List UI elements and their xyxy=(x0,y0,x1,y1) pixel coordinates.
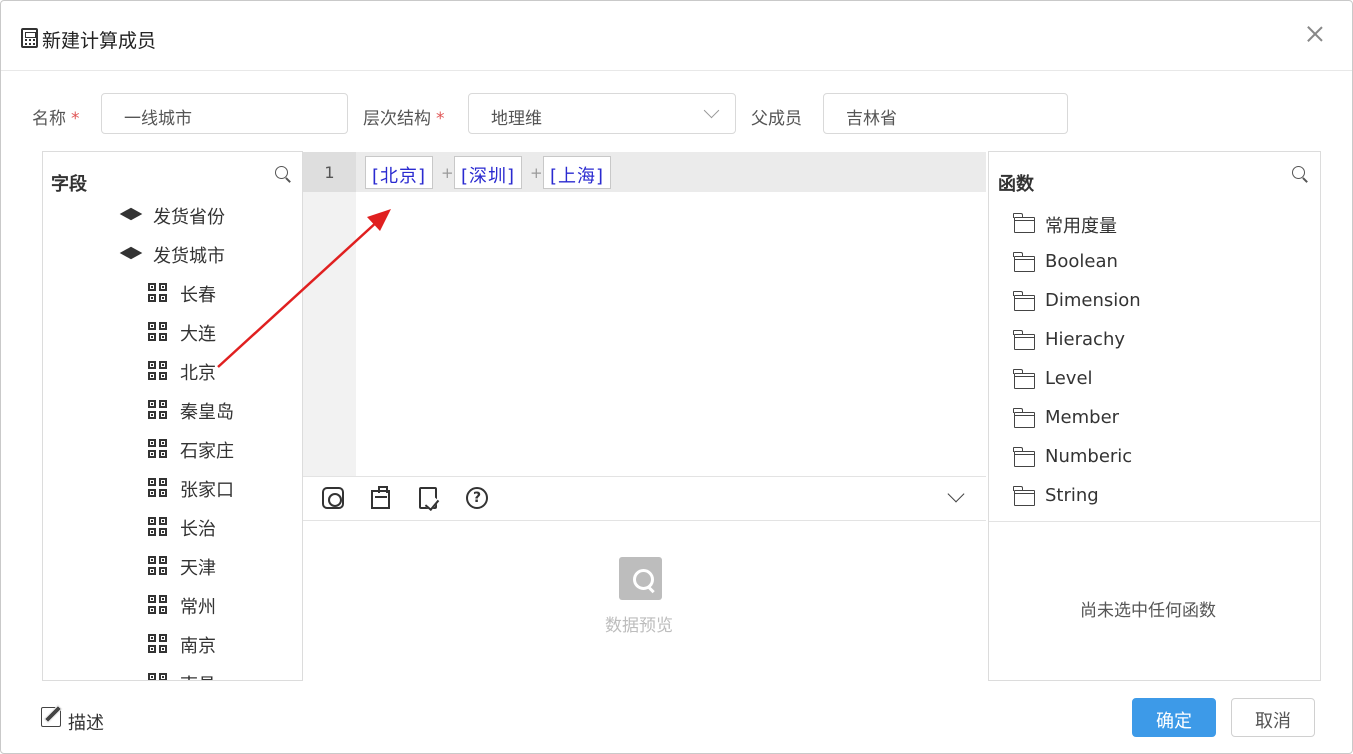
name-input[interactable]: 一线城市 xyxy=(101,93,348,134)
plus-operator: + xyxy=(441,164,454,182)
tree-member-label: 常州 xyxy=(180,597,216,618)
qrcode-icon xyxy=(148,439,167,458)
function-category-label: String xyxy=(1045,485,1099,506)
layers-icon xyxy=(119,204,143,222)
tree-member-label: 长春 xyxy=(180,285,216,306)
folder-icon xyxy=(1013,213,1035,233)
line-number: 1 xyxy=(303,152,356,192)
qrcode-icon xyxy=(148,322,167,341)
chevron-down-icon xyxy=(703,102,720,119)
tree-level-label: 发货城市 xyxy=(153,246,225,267)
hierarchy-select-value: 地理维 xyxy=(491,109,542,129)
parent-member-input[interactable]: 吉林省 xyxy=(823,93,1068,134)
help-icon[interactable]: ? xyxy=(466,487,488,509)
search-icon[interactable] xyxy=(1292,166,1308,182)
expression-token[interactable]: [上海] xyxy=(543,156,612,189)
fields-panel: 字段 发货省份 发货城市 长春大连北京秦皇岛石家庄张家口长治天津常州南京南昌 xyxy=(42,151,303,681)
close-icon[interactable] xyxy=(1305,24,1325,44)
required-mark: * xyxy=(71,109,80,129)
functions-panel-title: 函数 xyxy=(998,174,1034,195)
folder-icon xyxy=(1013,447,1035,467)
tree-member-label: 石家庄 xyxy=(180,441,234,462)
check-syntax-icon[interactable] xyxy=(419,487,437,509)
cancel-button[interactable]: 取消 xyxy=(1231,698,1315,737)
parent-member-label: 父成员 xyxy=(751,109,802,129)
edit-icon[interactable] xyxy=(41,707,61,727)
qrcode-icon xyxy=(148,517,167,536)
function-category-label: 常用度量 xyxy=(1045,216,1117,237)
dialog-title: 新建计算成员 xyxy=(42,30,157,52)
qrcode-icon xyxy=(148,673,167,680)
function-category-label: Hierachy xyxy=(1045,329,1125,350)
fields-panel-title: 字段 xyxy=(51,174,87,195)
function-category-label: Boolean xyxy=(1045,251,1118,272)
preview-data-icon[interactable] xyxy=(322,487,344,509)
tree-member-label: 长治 xyxy=(180,519,216,540)
hierarchy-select[interactable]: 地理维 xyxy=(468,93,736,134)
clipboard-icon[interactable] xyxy=(371,486,390,509)
expression-token[interactable]: [深圳] xyxy=(454,156,523,189)
folder-icon xyxy=(1013,330,1035,350)
tree-member-label: 大连 xyxy=(180,324,216,345)
qrcode-icon xyxy=(148,478,167,497)
tree-member-label: 南昌 xyxy=(180,671,216,680)
qrcode-icon xyxy=(148,361,167,380)
tree-member-label: 秦皇岛 xyxy=(180,402,234,423)
tree-member-label: 南京 xyxy=(180,636,216,657)
divider xyxy=(989,521,1320,522)
tree-member-label: 张家口 xyxy=(180,480,234,501)
qrcode-icon xyxy=(148,634,167,653)
folder-icon xyxy=(1013,486,1035,506)
expression-editor[interactable]: 1 [北京] + [深圳] + [上海] xyxy=(303,152,986,477)
search-icon[interactable] xyxy=(275,166,291,182)
confirm-button[interactable]: 确定 xyxy=(1132,698,1216,737)
new-calculated-member-dialog: 新建计算成员 名称 * 一线城市 层次结构 * 地理维 父成员 吉林省 字段 发货省… xyxy=(0,0,1353,754)
tree-member-label: 北京 xyxy=(180,363,216,384)
describe-link[interactable]: 描述 xyxy=(68,709,104,735)
expression-token[interactable]: [北京] xyxy=(365,156,434,189)
required-mark: * xyxy=(436,109,445,129)
folder-icon xyxy=(1013,408,1035,428)
data-preview-icon xyxy=(619,557,662,600)
function-category-label: Level xyxy=(1045,368,1093,389)
function-empty-text: 尚未选中任何函数 xyxy=(1080,601,1216,621)
folder-icon xyxy=(1013,252,1035,272)
function-category-label: Numberic xyxy=(1045,446,1133,467)
divider xyxy=(303,520,986,521)
function-category-label: Dimension xyxy=(1045,290,1141,311)
hierarchy-label: 层次结构 * xyxy=(363,109,445,129)
line-gutter xyxy=(303,152,356,476)
layers-icon xyxy=(119,243,143,261)
folder-icon xyxy=(1013,291,1035,311)
tree-member-label: 天津 xyxy=(180,558,216,579)
function-category-label: Member xyxy=(1045,407,1120,428)
calculator-icon xyxy=(21,28,38,48)
qrcode-icon xyxy=(148,556,167,575)
qrcode-icon xyxy=(148,595,167,614)
qrcode-icon xyxy=(148,400,167,419)
tree-level-label: 发货省份 xyxy=(153,207,225,228)
folder-icon xyxy=(1013,369,1035,389)
chevron-down-icon[interactable] xyxy=(947,485,965,503)
qrcode-icon xyxy=(148,283,167,302)
dialog-header: 新建计算成员 xyxy=(1,1,1352,71)
name-label: 名称 * xyxy=(32,109,80,129)
data-preview-placeholder: 数据预览 xyxy=(605,616,673,636)
plus-operator: + xyxy=(530,164,543,182)
